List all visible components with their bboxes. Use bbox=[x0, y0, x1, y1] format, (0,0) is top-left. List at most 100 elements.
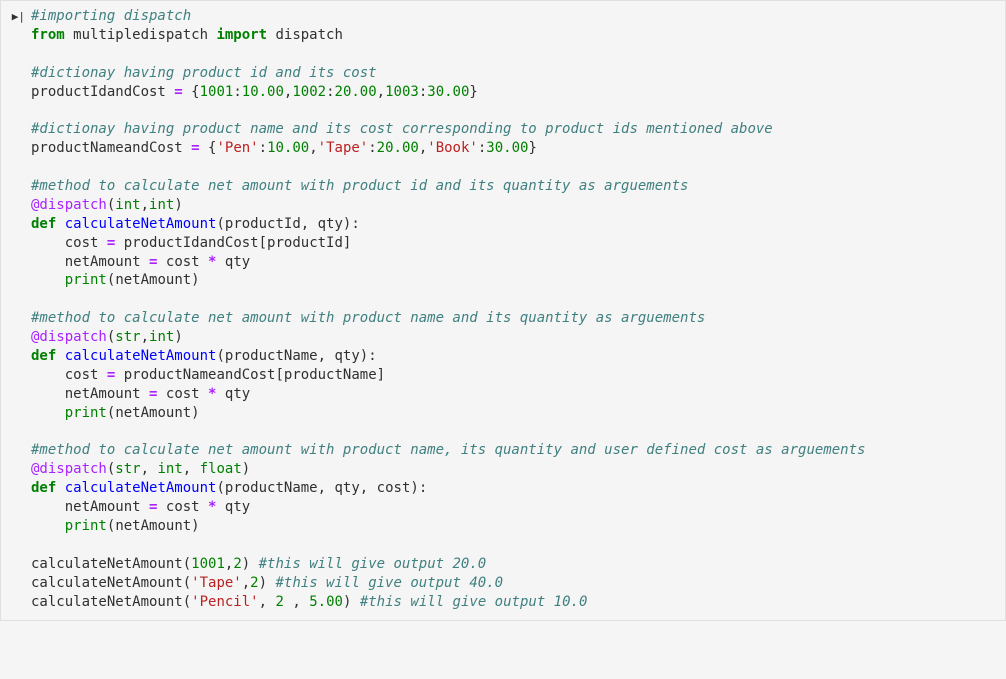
op-assign: = bbox=[191, 140, 199, 156]
rparen: ) bbox=[191, 518, 199, 534]
code-comment: #importing dispatch bbox=[31, 8, 191, 24]
var-name: productNameandCost bbox=[31, 140, 183, 156]
comma: , bbox=[318, 348, 326, 364]
code-comment: #this will give output 20.0 bbox=[259, 556, 487, 572]
op-mul: * bbox=[208, 254, 216, 270]
code-comment: #this will give output 40.0 bbox=[275, 575, 503, 591]
arg: qty bbox=[334, 348, 359, 364]
brace: } bbox=[528, 140, 536, 156]
builtin-print: print bbox=[65, 405, 107, 421]
op-mul: * bbox=[208, 499, 216, 515]
colon: : bbox=[233, 84, 241, 100]
type-str: str bbox=[115, 461, 140, 477]
num-literal: 2 bbox=[233, 556, 241, 572]
comma: , bbox=[259, 594, 267, 610]
lparen: ( bbox=[183, 556, 191, 572]
type-int: int bbox=[157, 461, 182, 477]
arg: cost bbox=[377, 480, 411, 496]
import-name: dispatch bbox=[275, 27, 342, 43]
comma: , bbox=[183, 461, 191, 477]
code-cell[interactable]: ▶| #importing dispatch from multipledisp… bbox=[0, 0, 1006, 621]
prompt-area: ▶| bbox=[5, 7, 31, 612]
kw-from: from bbox=[31, 27, 65, 43]
var-name: productNameandCost bbox=[124, 367, 276, 383]
var-name: cost bbox=[166, 499, 200, 515]
rbracket: ] bbox=[377, 367, 385, 383]
decorator: @dispatch bbox=[31, 461, 107, 477]
colon: : bbox=[368, 140, 376, 156]
num-literal: 2 bbox=[250, 575, 258, 591]
comma: , bbox=[360, 480, 368, 496]
op-assign: = bbox=[149, 499, 157, 515]
var-name: qty bbox=[225, 499, 250, 515]
num-literal: 1002 bbox=[292, 84, 326, 100]
num-literal: 1001 bbox=[191, 556, 225, 572]
num-literal: 5.00 bbox=[309, 594, 343, 610]
type-str: str bbox=[115, 329, 140, 345]
arg: qty bbox=[318, 216, 343, 232]
str-literal: 'Pencil' bbox=[191, 594, 258, 610]
num-literal: 1003 bbox=[385, 84, 419, 100]
comma: , bbox=[292, 594, 300, 610]
decorator: @dispatch bbox=[31, 197, 107, 213]
comma: , bbox=[141, 461, 149, 477]
code-comment: #method to calculate net amount with pro… bbox=[31, 178, 688, 194]
num-literal: 20.00 bbox=[377, 140, 419, 156]
lparen: ( bbox=[183, 575, 191, 591]
call-name: calculateNetAmount bbox=[31, 575, 183, 591]
num-literal: 1001 bbox=[200, 84, 234, 100]
rparen: ) bbox=[242, 461, 250, 477]
brace: { bbox=[191, 84, 199, 100]
code-comment: #dictionay having product id and its cos… bbox=[31, 65, 377, 81]
rparen: ) bbox=[343, 594, 351, 610]
str-literal: 'Pen' bbox=[216, 140, 258, 156]
lbracket: [ bbox=[259, 235, 267, 251]
var-name: netAmount bbox=[65, 386, 141, 402]
num-literal: 20.00 bbox=[335, 84, 377, 100]
run-cell-icon[interactable]: ▶| bbox=[12, 10, 25, 25]
lparen: ( bbox=[216, 348, 224, 364]
arg: productName bbox=[225, 480, 318, 496]
kw-def: def bbox=[31, 348, 56, 364]
colon: : bbox=[419, 84, 427, 100]
var-name: netAmount bbox=[65, 499, 141, 515]
lparen: ( bbox=[216, 216, 224, 232]
op-assign: = bbox=[174, 84, 182, 100]
code-comment: #dictionay having product name and its c… bbox=[31, 121, 773, 137]
code-editor[interactable]: #importing dispatch from multipledispatc… bbox=[31, 7, 1001, 612]
module-name: multipledispatch bbox=[73, 27, 208, 43]
builtin-print: print bbox=[65, 272, 107, 288]
num-literal: 10.00 bbox=[242, 84, 284, 100]
op-mul: * bbox=[208, 386, 216, 402]
comma: , bbox=[318, 480, 326, 496]
func-name: calculateNetAmount bbox=[65, 348, 217, 364]
arg: qty bbox=[334, 480, 359, 496]
rparen: ) bbox=[174, 329, 182, 345]
func-name: calculateNetAmount bbox=[65, 216, 217, 232]
brace: } bbox=[469, 84, 477, 100]
rparen: ) bbox=[360, 348, 368, 364]
var-name: cost bbox=[65, 235, 99, 251]
var-name: cost bbox=[166, 254, 200, 270]
var-name: qty bbox=[225, 386, 250, 402]
op-assign: = bbox=[149, 254, 157, 270]
colon: : bbox=[326, 84, 334, 100]
comma: , bbox=[141, 329, 149, 345]
type-int: int bbox=[149, 329, 174, 345]
str-literal: 'Tape' bbox=[191, 575, 242, 591]
comma: , bbox=[419, 140, 427, 156]
comma: , bbox=[309, 140, 317, 156]
colon: : bbox=[259, 140, 267, 156]
num-literal: 10.00 bbox=[267, 140, 309, 156]
op-assign: = bbox=[107, 367, 115, 383]
builtin-print: print bbox=[65, 518, 107, 534]
type-float: float bbox=[200, 461, 242, 477]
rparen: ) bbox=[174, 197, 182, 213]
call-name: calculateNetAmount bbox=[31, 594, 183, 610]
op-assign: = bbox=[107, 235, 115, 251]
var-name: productIdandCost bbox=[31, 84, 166, 100]
var-name: qty bbox=[225, 254, 250, 270]
call-name: calculateNetAmount bbox=[31, 556, 183, 572]
rparen: ) bbox=[242, 556, 250, 572]
code-comment: #method to calculate net amount with pro… bbox=[31, 442, 865, 458]
